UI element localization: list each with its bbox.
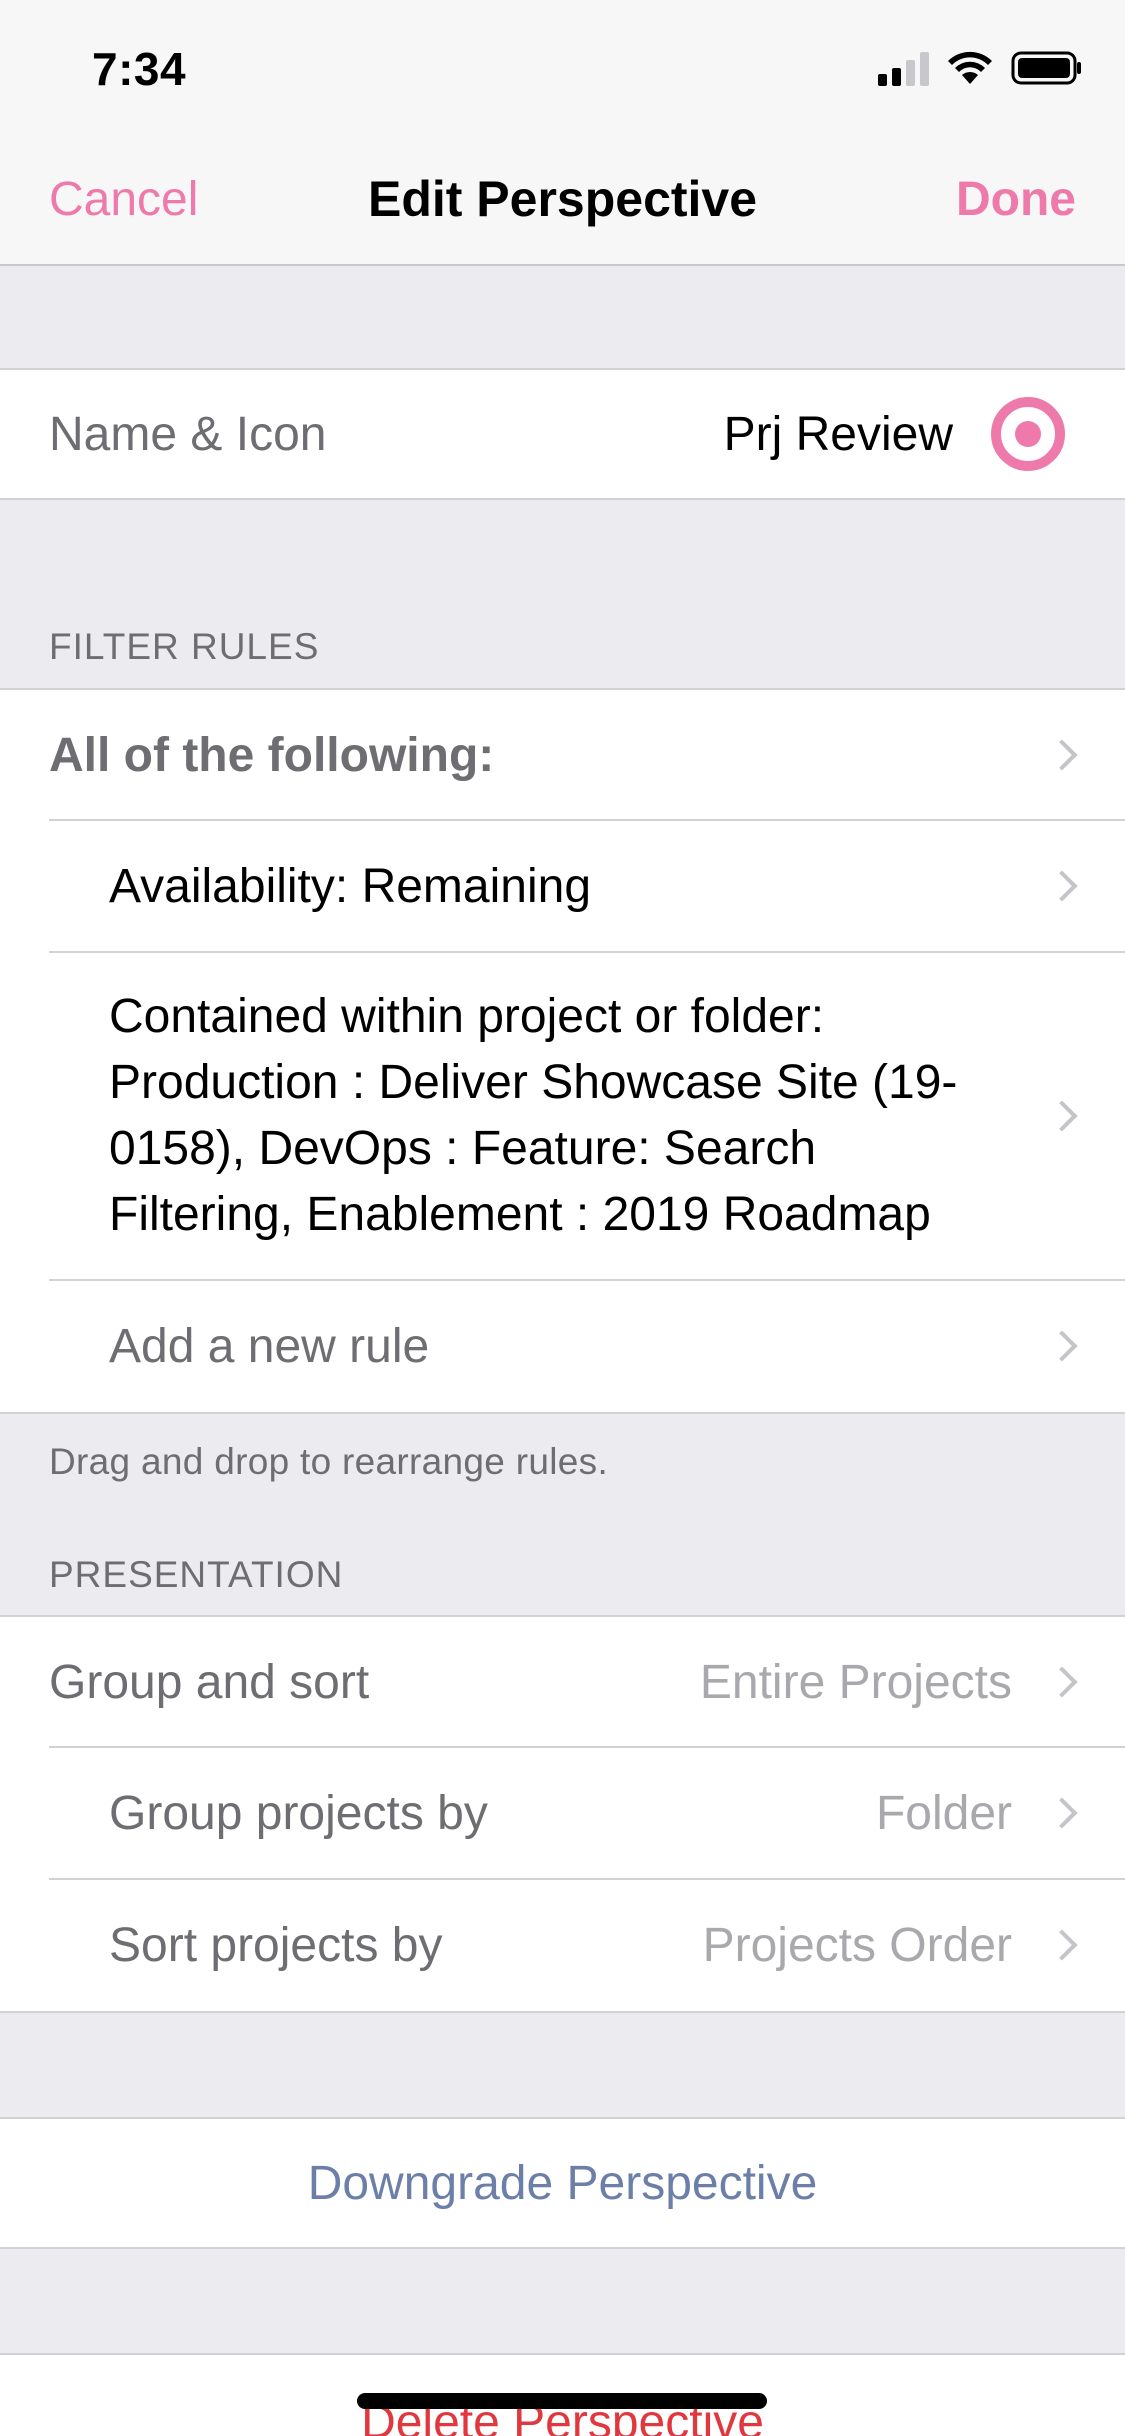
target-icon[interactable]	[991, 397, 1065, 471]
chevron-right-icon	[1046, 739, 1078, 771]
filter-group-row[interactable]: All of the following:	[0, 690, 1125, 820]
group-sort-row[interactable]: Group and sort Entire Projects	[0, 1617, 1125, 1747]
wifi-icon	[948, 51, 992, 84]
chevron-right-icon	[1046, 870, 1078, 902]
name-icon-label: Name & Icon	[49, 407, 327, 461]
group-projects-value: Folder	[875, 1786, 1012, 1840]
filter-rules-header: FILTER RULES	[49, 626, 320, 667]
cellular-signal-icon	[878, 50, 929, 86]
chevron-right-icon	[1046, 1929, 1078, 1961]
battery-icon	[1011, 51, 1081, 85]
perspective-name-value: Prj Review	[723, 407, 953, 461]
filter-rule-row[interactable]: Availability: Remaining	[0, 819, 1125, 952]
group-projects-row[interactable]: Group projects by Folder	[0, 1746, 1125, 1879]
status-time: 7:34	[92, 43, 187, 95]
group-projects-label: Group projects by	[109, 1786, 488, 1840]
name-icon-section: Name & Icon Prj Review	[0, 368, 1125, 500]
home-indicator[interactable]	[357, 2393, 767, 2409]
status-bar: 7:34	[0, 0, 1125, 132]
filter-rules-footer: Drag and drop to rearrange rules.	[49, 1441, 609, 1482]
status-icons	[878, 50, 1083, 86]
sort-projects-row[interactable]: Sort projects by Projects Order	[0, 1878, 1125, 2011]
name-icon-row[interactable]: Name & Icon Prj Review	[0, 370, 1125, 498]
presentation-header: PRESENTATION	[49, 1554, 344, 1595]
done-button[interactable]: Done	[956, 172, 1076, 227]
sort-projects-value: Projects Order	[702, 1918, 1012, 1972]
downgrade-row: Downgrade Perspective	[0, 2119, 1125, 2247]
downgrade-section: Downgrade Perspective	[0, 2117, 1125, 2249]
add-rule-row[interactable]: Add a new rule	[0, 1279, 1125, 1412]
filter-rule-row[interactable]: Contained within project or folder: Prod…	[0, 951, 1125, 1280]
cancel-button[interactable]: Cancel	[49, 172, 198, 227]
filter-rule-label: Availability: Remaining	[109, 859, 592, 913]
filter-group-label: All of the following:	[49, 728, 495, 782]
filter-rule-label: Contained within project or folder: Prod…	[109, 990, 958, 1241]
chevron-right-icon	[1046, 1797, 1078, 1829]
presentation-section: Group and sort Entire Projects Group pro…	[0, 1615, 1125, 2013]
chevron-right-icon	[1046, 1330, 1078, 1362]
filter-rules-section: All of the following: Availability: Rema…	[0, 688, 1125, 1414]
chevron-right-icon	[1046, 1666, 1078, 1698]
downgrade-perspective-button[interactable]: Downgrade Perspective	[0, 2156, 1125, 2211]
group-sort-value: Entire Projects	[699, 1655, 1012, 1709]
chevron-right-icon	[1046, 1100, 1078, 1132]
navigation-bar: Edit Perspective Cancel Done	[0, 132, 1125, 266]
add-rule-label: Add a new rule	[109, 1319, 430, 1373]
group-sort-label: Group and sort	[49, 1655, 370, 1709]
sort-projects-label: Sort projects by	[109, 1918, 443, 1972]
screen: 7:34 Edit Perspective Cancel Done Name &…	[0, 0, 1125, 2436]
